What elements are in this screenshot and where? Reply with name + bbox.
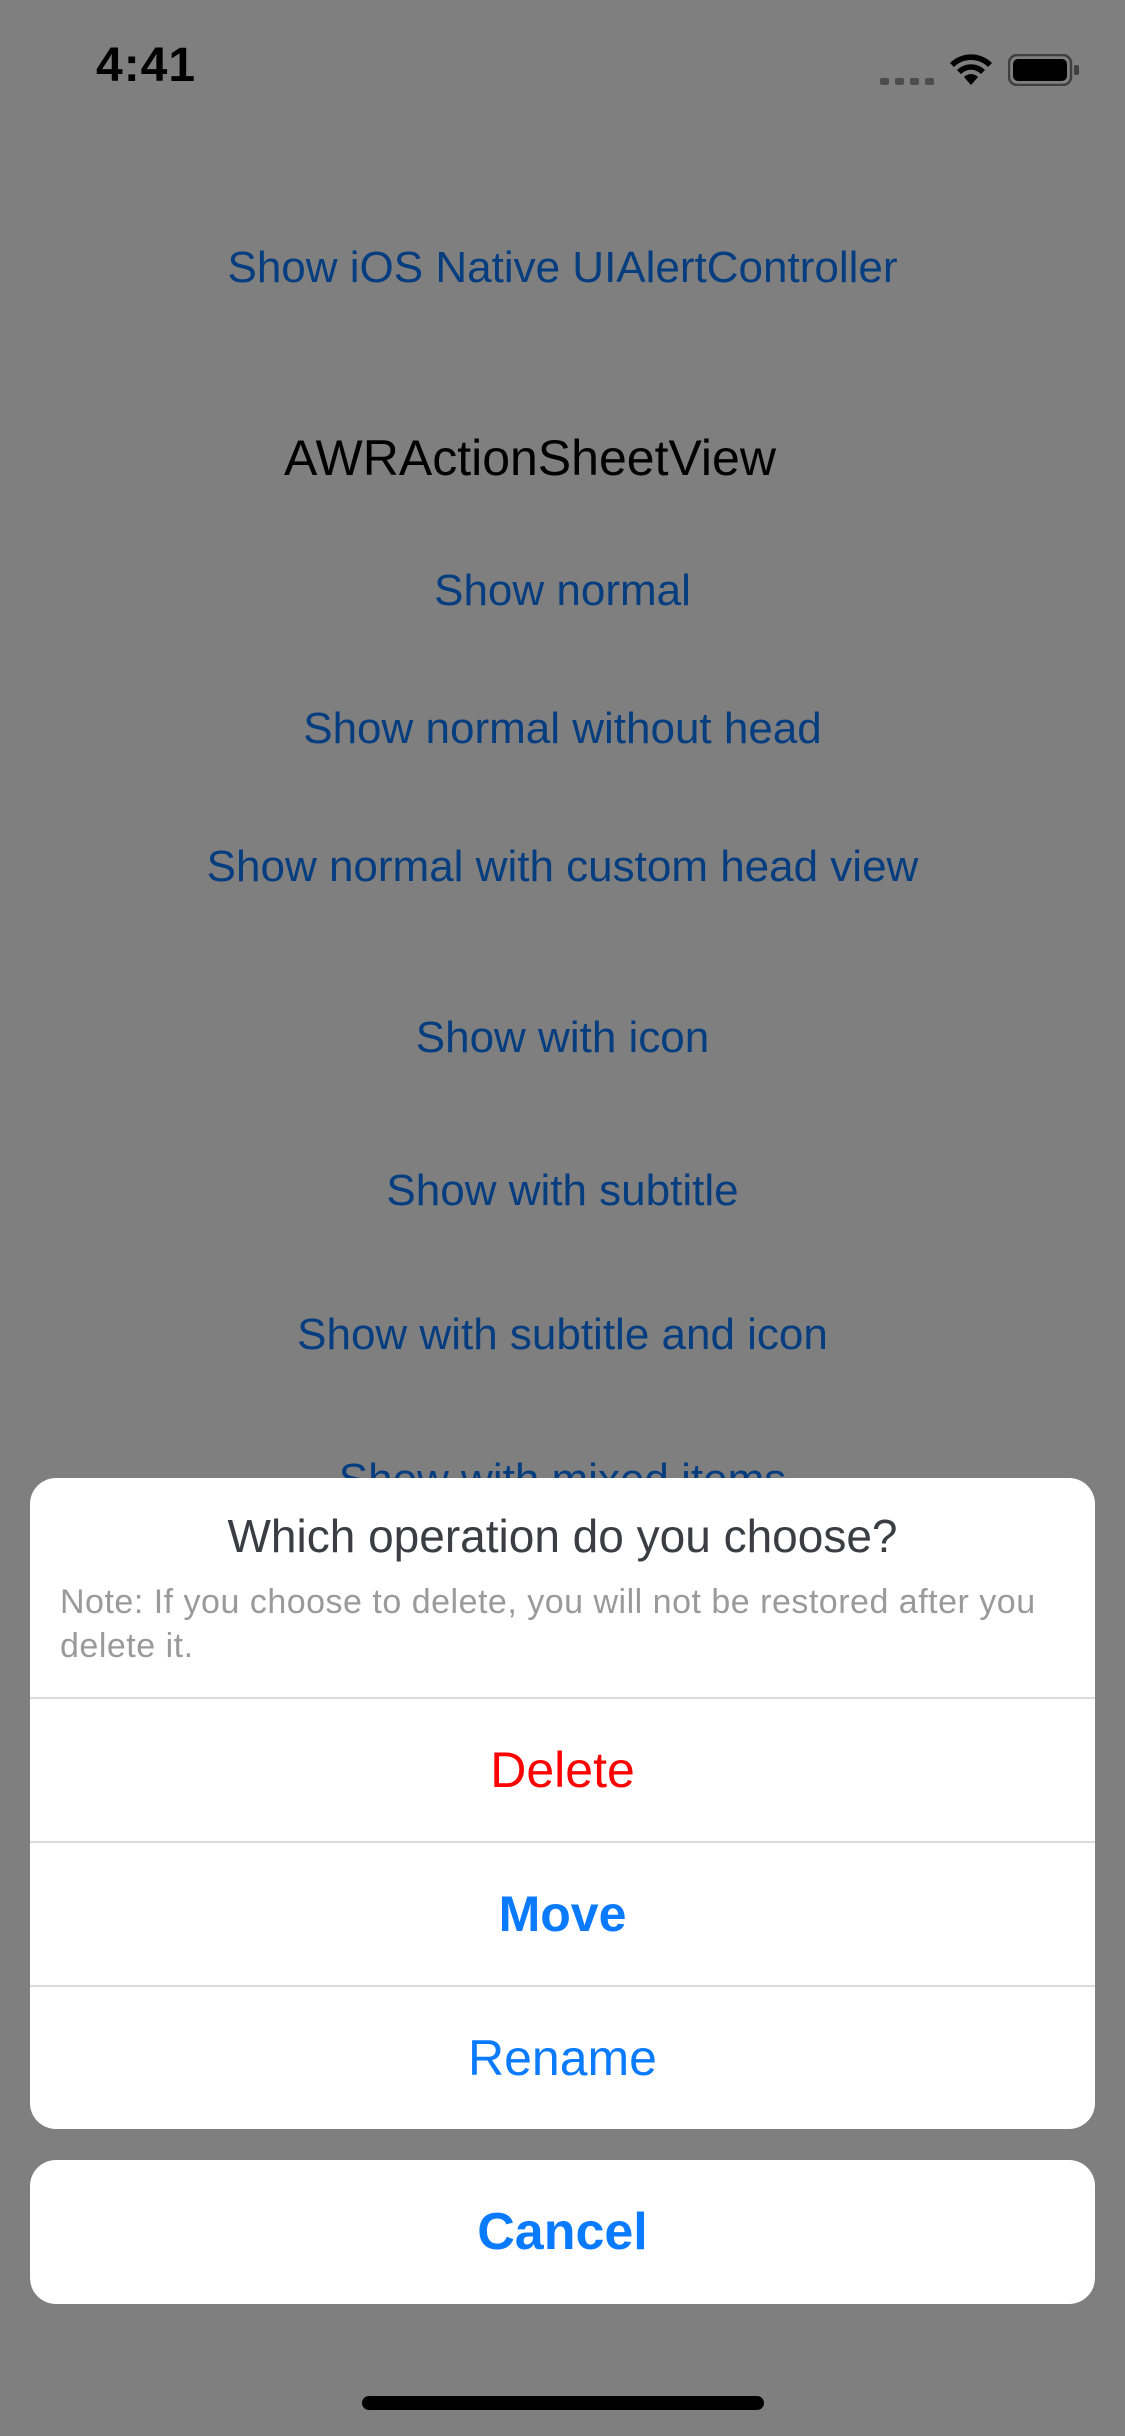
action-sheet-message: Note: If you choose to delete, you will … bbox=[60, 1583, 1036, 1665]
move-button[interactable]: Move bbox=[30, 1841, 1095, 1985]
action-sheet: Which operation do you choose? Note: If … bbox=[30, 1478, 1095, 2129]
action-sheet-header: Which operation do you choose? Note: If … bbox=[30, 1478, 1095, 1697]
rename-button[interactable]: Rename bbox=[30, 1985, 1095, 2129]
cancel-button[interactable]: Cancel bbox=[30, 2160, 1095, 2304]
action-sheet-title: Which operation do you choose? bbox=[227, 1510, 898, 1562]
home-indicator[interactable] bbox=[362, 2396, 764, 2410]
delete-button[interactable]: Delete bbox=[30, 1697, 1095, 1841]
